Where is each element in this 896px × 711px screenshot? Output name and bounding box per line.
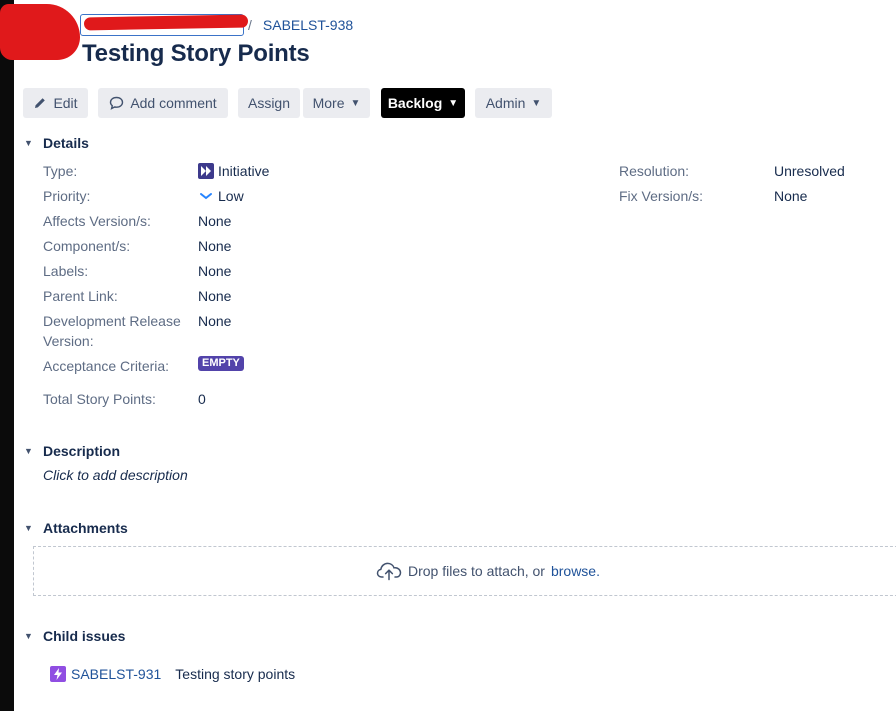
backlog-button[interactable]: Backlog ▼ (381, 88, 465, 118)
assign-button[interactable]: Assign (238, 88, 300, 118)
cloud-upload-icon (376, 562, 402, 581)
field-value-type[interactable]: Initiative (198, 161, 269, 181)
drop-text: Drop files to attach, or (408, 563, 545, 579)
field-label-type: Type: (43, 163, 78, 179)
field-value-parent-link[interactable]: None (198, 286, 231, 306)
more-button[interactable]: More ▼ (303, 88, 370, 118)
field-label-parent-link: Parent Link: (43, 288, 118, 304)
child-issues-section-toggle[interactable]: ▼ Child issues (24, 626, 125, 646)
pencil-icon (35, 98, 46, 108)
details-heading: Details (43, 135, 89, 151)
field-value-resolution: Unresolved (774, 163, 845, 179)
empty-lozenge: EMPTY (198, 356, 244, 371)
field-label-affects-version: Affects Version/s: (43, 213, 151, 229)
left-edge-bar (0, 0, 14, 711)
chevron-down-icon: ▼ (24, 523, 33, 533)
details-section-toggle[interactable]: ▼ Details (24, 133, 89, 153)
issue-title[interactable]: Testing Story Points (82, 40, 310, 68)
edit-button-label: Edit (53, 95, 78, 111)
field-value-dev-release[interactable]: None (198, 311, 231, 331)
child-issue-row[interactable]: SABELST-931 Testing story points (50, 664, 295, 684)
chevron-down-icon: ▼ (448, 97, 459, 109)
field-label-resolution: Resolution: (619, 163, 690, 179)
breadcrumb-separator: / (248, 17, 252, 33)
add-comment-button[interactable]: Add comment (98, 88, 228, 118)
breadcrumb-issue-key[interactable]: SABELST-938 (263, 17, 353, 33)
browse-link[interactable]: browse. (551, 563, 600, 579)
description-heading: Description (43, 443, 121, 459)
field-label-component: Component/s: (43, 238, 131, 254)
chevron-down-icon: ▼ (24, 446, 33, 456)
field-value-acceptance-criteria[interactable]: EMPTY (198, 356, 244, 371)
more-label: More (312, 95, 345, 111)
epic-icon (50, 666, 66, 682)
description-section-toggle[interactable]: ▼ Description (24, 441, 120, 461)
field-label-priority: Priority: (43, 188, 91, 204)
chevron-down-icon: ▼ (350, 97, 361, 109)
chevron-down-icon: ▼ (531, 97, 542, 109)
field-label-fix-version: Fix Version/s: (619, 188, 704, 204)
field-value-total-story-points[interactable]: 0 (198, 389, 206, 409)
child-issue-key[interactable]: SABELST-931 (71, 666, 161, 682)
field-value-component[interactable]: None (198, 236, 231, 256)
field-value-labels[interactable]: None (198, 261, 231, 281)
field-label-total-story-points: Total Story Points: (43, 391, 156, 407)
chevron-down-icon: ▼ (24, 138, 33, 148)
chevron-down-icon: ▼ (24, 631, 33, 641)
admin-button[interactable]: Admin ▼ (475, 88, 552, 118)
field-value-fix-version[interactable]: None (774, 186, 807, 206)
admin-label: Admin (485, 95, 526, 111)
priority-low-icon (200, 193, 212, 200)
initiative-icon (198, 163, 214, 179)
priority-value: Low (218, 188, 244, 204)
field-value-affects-version[interactable]: None (198, 211, 231, 231)
field-value-priority[interactable]: Low (198, 186, 244, 206)
field-label-dev-release: Development Release (43, 313, 181, 329)
field-label-dev-release-cont: Version: (43, 333, 94, 349)
assign-label: Assign (247, 95, 291, 111)
attachments-heading: Attachments (43, 520, 128, 536)
description-placeholder[interactable]: Click to add description (43, 467, 188, 483)
field-label-labels: Labels: (43, 263, 89, 279)
redaction-mark (0, 4, 80, 60)
attachment-dropzone[interactable]: Drop files to attach, or browse. (33, 546, 896, 596)
child-issue-summary[interactable]: Testing story points (175, 666, 295, 682)
field-label-acceptance-criteria: Acceptance Criteria: (43, 358, 170, 374)
edit-button[interactable]: Edit (23, 88, 88, 118)
add-comment-label: Add comment (130, 95, 217, 111)
backlog-label: Backlog (387, 95, 443, 111)
attachments-section-toggle[interactable]: ▼ Attachments (24, 518, 128, 538)
comment-icon (110, 96, 124, 110)
type-value: Initiative (218, 163, 270, 179)
child-issues-heading: Child issues (43, 628, 126, 644)
